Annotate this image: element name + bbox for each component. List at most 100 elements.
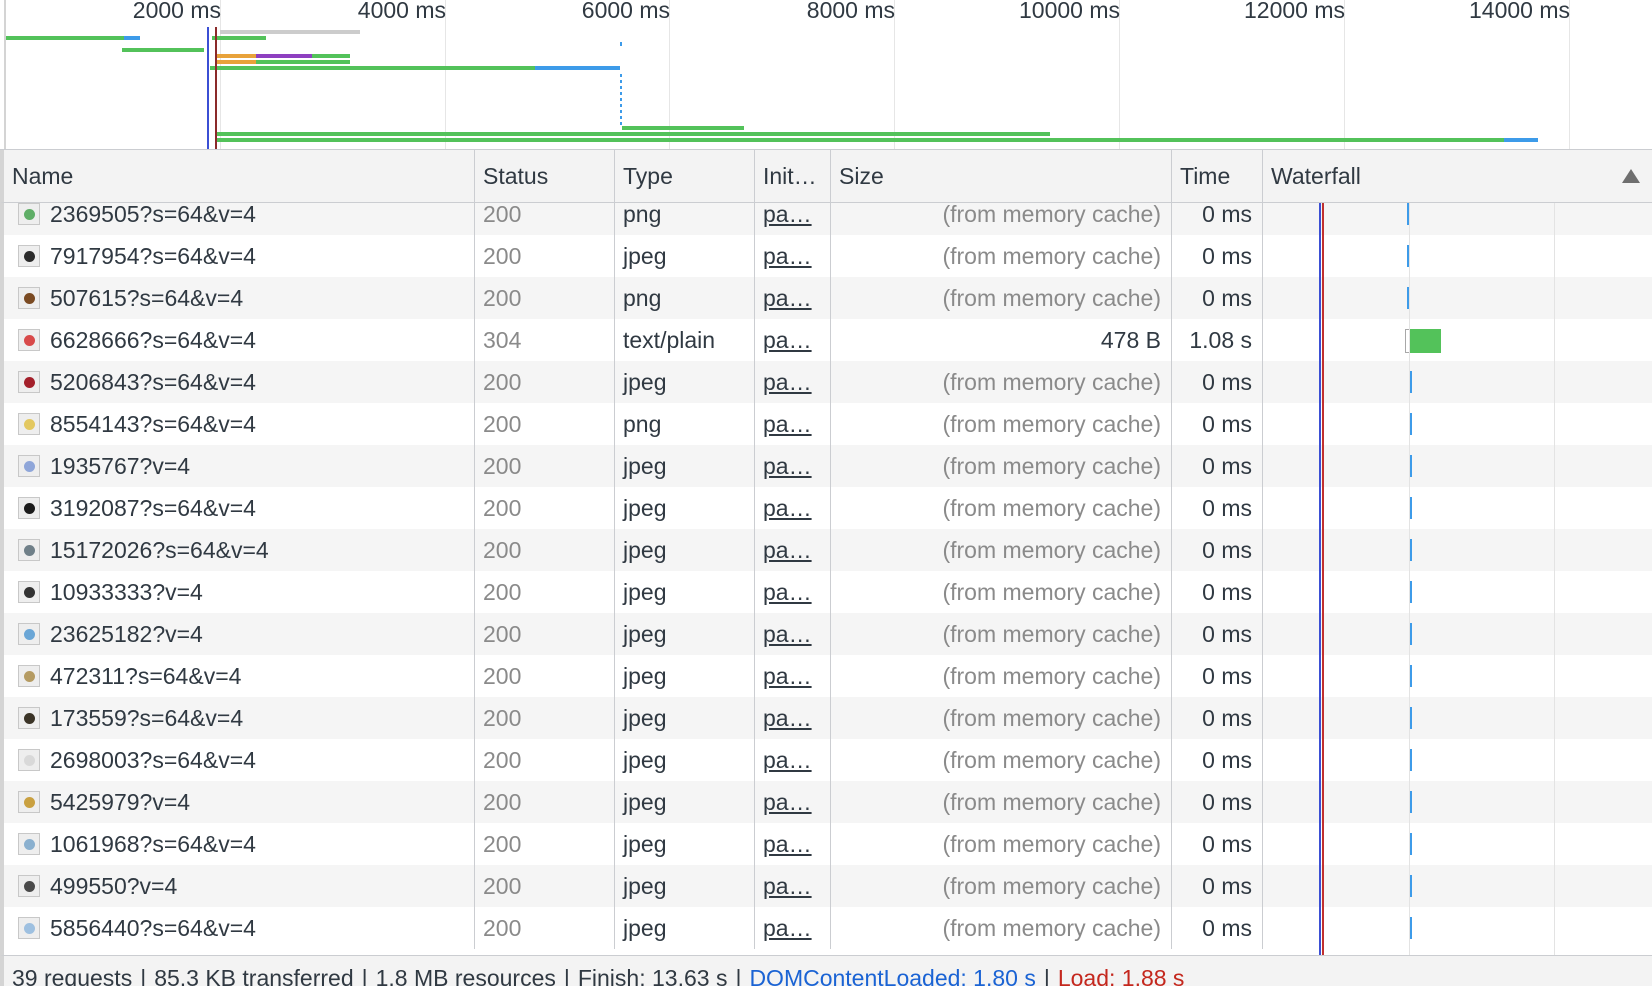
request-name-cell[interactable]: 6628666?s=64&v=4 — [4, 319, 475, 361]
column-header-waterfall[interactable]: Waterfall — [1263, 150, 1652, 202]
request-initiator-link[interactable]: pa… — [755, 655, 831, 697]
request-initiator-link[interactable]: pa… — [755, 823, 831, 865]
request-name-cell[interactable]: 15172026?s=64&v=4 — [4, 529, 475, 571]
request-size: (from memory cache) — [831, 781, 1172, 823]
summary-separator: | — [361, 965, 368, 986]
request-name-cell[interactable]: 2698003?s=64&v=4 — [4, 739, 475, 781]
request-size: (from memory cache) — [831, 655, 1172, 697]
request-name-cell[interactable]: 7917954?s=64&v=4 — [4, 235, 475, 277]
request-type: jpeg — [615, 613, 755, 655]
request-row[interactable]: 2698003?s=64&v=4 200 jpeg pa… (from memory c… — [4, 739, 1652, 781]
request-status: 200 — [475, 277, 615, 319]
request-row[interactable]: 507615?s=64&v=4 200 png pa… (from memory cac… — [4, 277, 1652, 319]
image-thumbnail-icon — [18, 497, 40, 519]
request-size: (from memory cache) — [831, 445, 1172, 487]
request-name-cell[interactable]: 1935767?v=4 — [4, 445, 475, 487]
thumbnail-swatch — [24, 377, 35, 388]
column-header-time[interactable]: Time — [1172, 150, 1263, 202]
overview-request-bar — [256, 60, 350, 64]
overview-request-bar — [216, 138, 1504, 142]
overview-request-bar — [122, 48, 204, 52]
request-name-cell[interactable]: 3192087?s=64&v=4 — [4, 487, 475, 529]
request-initiator-link[interactable]: pa… — [755, 277, 831, 319]
network-overview-timeline[interactable]: 2000 ms 4000 ms 6000 ms 8000 ms 10000 ms… — [0, 0, 1652, 150]
request-row[interactable]: 8554143?s=64&v=4 200 png pa… (from memory ca… — [4, 403, 1652, 445]
request-name-cell[interactable]: 1061968?s=64&v=4 — [4, 823, 475, 865]
column-header-size[interactable]: Size — [831, 150, 1172, 202]
request-name-cell[interactable]: 10933333?v=4 — [4, 571, 475, 613]
overview-request-bar — [216, 54, 256, 58]
request-row[interactable]: 23625182?v=4 200 jpeg pa… (from memory cache… — [4, 613, 1652, 655]
request-row[interactable]: 1061968?s=64&v=4 200 jpeg pa… (from memory c… — [4, 823, 1652, 865]
request-name-cell[interactable]: 499550?v=4 — [4, 865, 475, 907]
request-initiator-link[interactable]: pa… — [755, 571, 831, 613]
request-size: (from memory cache) — [831, 487, 1172, 529]
request-name-cell[interactable]: 5856440?s=64&v=4 — [4, 907, 475, 949]
request-row[interactable]: 7917954?s=64&v=4 200 jpeg pa… (from memory c… — [4, 235, 1652, 277]
request-row[interactable]: 173559?s=64&v=4 200 jpeg pa… (from memory ca… — [4, 697, 1652, 739]
request-row[interactable]: 2369505?s=64&v=4 200 png pa… (from memory ca… — [4, 203, 1652, 235]
overview-left-edge — [4, 0, 6, 149]
request-row[interactable]: 10933333?v=4 200 jpeg pa… (from memory cache… — [4, 571, 1652, 613]
request-initiator-link[interactable]: pa… — [755, 445, 831, 487]
image-thumbnail-icon — [18, 371, 40, 393]
request-row[interactable]: 5206843?s=64&v=4 200 jpeg pa… (from memory c… — [4, 361, 1652, 403]
request-type: jpeg — [615, 529, 755, 571]
request-name: 507615?s=64&v=4 — [50, 285, 244, 311]
request-initiator-link[interactable]: pa… — [755, 203, 831, 235]
request-name: 499550?v=4 — [50, 873, 178, 899]
request-name-cell[interactable]: 472311?s=64&v=4 — [4, 655, 475, 697]
request-row[interactable]: 5425979?v=4 200 jpeg pa… (from memory cache)… — [4, 781, 1652, 823]
request-status: 200 — [475, 613, 615, 655]
image-thumbnail-icon — [18, 791, 40, 813]
overview-request-bar — [220, 30, 360, 34]
request-name-cell[interactable]: 507615?s=64&v=4 — [4, 277, 475, 319]
request-initiator-link[interactable]: pa… — [755, 319, 831, 361]
request-name: 7917954?s=64&v=4 — [50, 243, 256, 269]
request-time: 1.08 s — [1172, 319, 1263, 361]
request-initiator-link[interactable]: pa… — [755, 487, 831, 529]
request-status: 200 — [475, 445, 615, 487]
column-header-status[interactable]: Status — [475, 150, 615, 202]
thumbnail-swatch — [24, 251, 35, 262]
request-initiator-link[interactable]: pa… — [755, 403, 831, 445]
request-name: 15172026?s=64&v=4 — [50, 537, 269, 563]
column-header-type[interactable]: Type — [615, 150, 755, 202]
sort-ascending-icon[interactable] — [1622, 169, 1640, 183]
request-initiator-link[interactable]: pa… — [755, 697, 831, 739]
request-name-cell[interactable]: 2369505?s=64&v=4 — [4, 203, 475, 235]
request-row[interactable]: 3192087?s=64&v=4 200 jpeg pa… (from memory c… — [4, 487, 1652, 529]
request-initiator-link[interactable]: pa… — [755, 739, 831, 781]
request-name-cell[interactable]: 5425979?v=4 — [4, 781, 475, 823]
request-initiator-link[interactable]: pa… — [755, 781, 831, 823]
request-type: jpeg — [615, 865, 755, 907]
request-name-cell[interactable]: 173559?s=64&v=4 — [4, 697, 475, 739]
overview-request-bar — [620, 42, 622, 46]
request-initiator-link[interactable]: pa… — [755, 529, 831, 571]
request-type: jpeg — [615, 907, 755, 949]
summary-separator: | — [735, 965, 742, 986]
request-row[interactable]: 6628666?s=64&v=4 304 text/plain pa… 478 B 1.0… — [4, 319, 1652, 361]
column-header-name[interactable]: Name — [4, 150, 475, 202]
request-initiator-link[interactable]: pa… — [755, 613, 831, 655]
request-name-cell[interactable]: 23625182?v=4 — [4, 613, 475, 655]
request-time: 0 ms — [1172, 361, 1263, 403]
request-row[interactable]: 499550?v=4 200 jpeg pa… (from memory cache) 0… — [4, 865, 1652, 907]
request-name-cell[interactable]: 5206843?s=64&v=4 — [4, 361, 475, 403]
request-initiator-link[interactable]: pa… — [755, 865, 831, 907]
request-row[interactable]: 1935767?v=4 200 jpeg pa… (from memory cache)… — [4, 445, 1652, 487]
request-name: 2369505?s=64&v=4 — [50, 203, 256, 227]
request-initiator-link[interactable]: pa… — [755, 907, 831, 949]
image-thumbnail-icon — [18, 203, 40, 225]
request-name-cell[interactable]: 8554143?s=64&v=4 — [4, 403, 475, 445]
request-initiator-link[interactable]: pa… — [755, 361, 831, 403]
request-initiator-link[interactable]: pa… — [755, 235, 831, 277]
thumbnail-swatch — [24, 839, 35, 850]
thumbnail-swatch — [24, 293, 35, 304]
request-row[interactable]: 15172026?s=64&v=4 200 jpeg pa… (from memory … — [4, 529, 1652, 571]
column-header-initiator[interactable]: Init… — [755, 150, 831, 202]
request-name: 2698003?s=64&v=4 — [50, 747, 256, 773]
request-status: 200 — [475, 203, 615, 235]
request-row[interactable]: 472311?s=64&v=4 200 jpeg pa… (from memory ca… — [4, 655, 1652, 697]
request-row[interactable]: 5856440?s=64&v=4 200 jpeg pa… (from memory c… — [4, 907, 1652, 949]
